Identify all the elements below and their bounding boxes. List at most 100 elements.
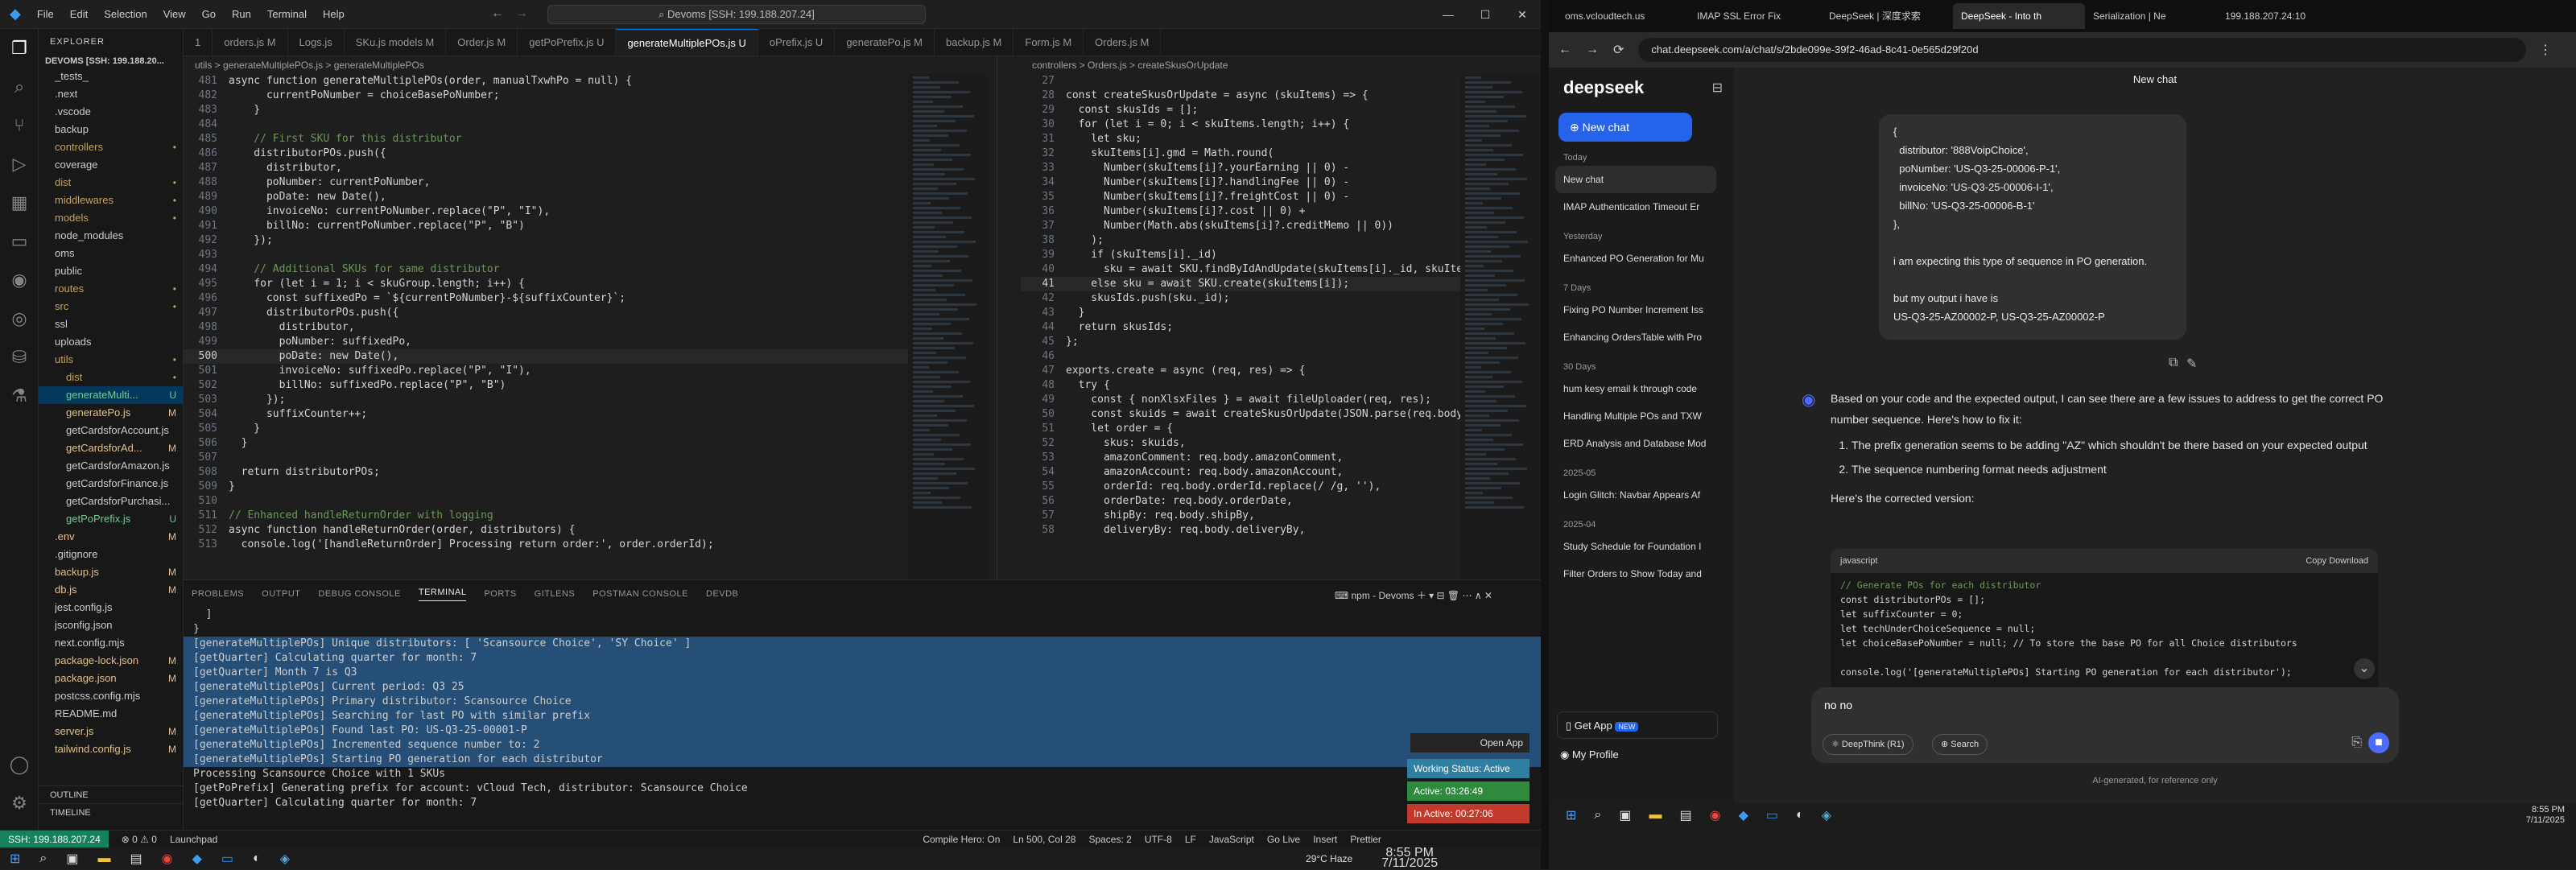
profile-button[interactable]: ◉ My Profile [1560,748,1619,761]
account-icon[interactable]: ◯ [0,745,39,784]
menu-item[interactable]: View [163,8,186,20]
url-field[interactable]: chat.deepseek.com/a/chat/s/2bde099e-39f2… [1638,38,2526,62]
tree-item[interactable]: dist • [39,174,183,192]
forward-icon[interactable]: → [1586,43,1599,57]
left-editor-pane[interactable]: 481 async function generateMultiplePOs(or… [184,74,940,579]
chrome-icon[interactable]: ◉ [1710,807,1721,823]
weather[interactable]: 29°C Haze [1306,853,1352,864]
store-icon[interactable]: ▤ [130,851,142,867]
history-item[interactable]: New chat [1555,166,1716,193]
tree-item[interactable]: routes • [39,280,183,298]
history-item[interactable]: ERD Analysis and Database Mod [1549,430,1728,457]
app2-icon[interactable]: ◈ [1822,807,1831,823]
tree-item[interactable]: ssl [39,315,183,333]
history-item[interactable]: Filter Orders to Show Today and [1549,560,1728,588]
get-app-button[interactable]: ▯ Get App NEW [1557,711,1718,739]
panel-tab[interactable]: PORTS [484,589,516,599]
gear-icon[interactable]: ⚙ [0,784,39,823]
tree-item[interactable]: getPoPrefix.js U [39,510,183,528]
tree-item[interactable]: generateMulti... U [39,386,183,404]
editor-tab[interactable]: 1 [184,29,213,56]
app2-icon[interactable]: ◈ [280,851,290,867]
copy-code-button[interactable]: Copy [2306,556,2326,566]
tree-item[interactable]: .vscode [39,103,183,121]
tree-item[interactable]: backup [39,121,183,138]
timeline-section[interactable]: TIMELINE [39,803,183,822]
menu-item[interactable]: Help [323,8,345,20]
chat-input[interactable]: no no [1811,687,2399,723]
tree-item[interactable]: next.config.mjs [39,634,183,652]
tree-item[interactable]: .next [39,85,183,103]
search-icon[interactable]: ⌕ [1594,808,1601,823]
editor-tab[interactable]: Logs.js [288,29,345,56]
encoding[interactable]: UTF-8 [1145,834,1172,845]
close-icon[interactable]: ✕ [1504,0,1541,29]
left-minimap[interactable] [908,74,989,579]
tree-item[interactable]: .gitignore [39,546,183,563]
remote-explorer-icon[interactable]: ▭ [0,222,39,261]
right-editor-pane[interactable]: 27 28 const createSkusOrUpdate = async (sk… [1021,74,1472,579]
database-icon[interactable]: ⛁ [0,338,39,377]
app-icon[interactable]: ◐ [1796,808,1804,823]
edit-icon[interactable]: ✎ [2186,356,2197,372]
testing-icon[interactable]: ⚗ [0,377,39,415]
tree-item[interactable]: db.js M [39,581,183,599]
remote-indicator[interactable]: SSH: 199.188.207.24 [0,830,109,848]
editor-tab[interactable]: SKu.js models M [345,29,447,56]
tree-item[interactable]: README.md [39,705,183,723]
browser-tab[interactable]: DeepSeek - Into th [1953,3,2085,29]
panel-tab[interactable]: POSTMAN CONSOLE [592,589,688,599]
forward-icon[interactable]: → [515,6,528,21]
tree-item[interactable]: jest.config.js [39,599,183,616]
editor-tab[interactable]: Orders.js M [1084,29,1162,56]
tree-item[interactable]: postcss.config.mjs [39,687,183,705]
tree-item[interactable]: getCardsforAccount.js [39,422,183,439]
back-icon[interactable]: ← [1558,43,1571,57]
editor-tab[interactable]: Order.js M [446,29,518,56]
clock[interactable]: 8:55 PM 7/11/2025 [2526,805,2565,826]
language-mode[interactable]: JavaScript [1209,834,1254,845]
split-divider[interactable] [997,56,1021,579]
explorer-icon[interactable]: ❐ [0,29,39,68]
panel-tab[interactable]: TERMINAL [418,588,467,601]
explorer-app-icon[interactable]: ▬ [1649,808,1662,823]
editor-tab[interactable]: oPrefix.js U [758,29,836,56]
explorer-app-icon[interactable]: ▬ [98,851,111,866]
editor-tab[interactable]: backup.js M [935,29,1014,56]
terminal-selector[interactable]: ⌨ npm - Devoms ＋ ▾ ⊟ 🗑 ⋯ ∧ ✕ [1335,588,1492,602]
taskview-icon[interactable]: ▣ [66,851,78,867]
tree-item[interactable]: package.json M [39,670,183,687]
problems-icon[interactable]: ⊗ 0 ⚠ 0 [122,834,157,845]
browser-tab[interactable]: oms.vcloudtech.us [1557,3,1689,29]
minimize-icon[interactable]: — [1430,0,1467,29]
cursor-position[interactable]: Ln 500, Col 28 [1013,834,1075,845]
editor-tab[interactable]: generateMultiplePOs.js U [616,29,758,56]
menu-item[interactable]: Go [202,8,216,20]
new-chat-button[interactable]: ⊕ New chat [1558,113,1692,142]
tree-item[interactable]: uploads [39,333,183,351]
tree-item[interactable]: getCardsforFinance.js [39,475,183,493]
clock[interactable]: 8:55 PM 7/11/2025 [1372,846,1447,869]
search-icon[interactable]: ⌕ [0,68,39,106]
scroll-down-icon[interactable]: ⌄ [2354,658,2375,679]
run-debug-icon[interactable]: ▷ [0,145,39,183]
tree-item[interactable]: backup.js M [39,563,183,581]
menu-item[interactable]: Terminal [267,8,307,20]
browser-tab[interactable]: IMAP SSL Error Fix [1689,3,1821,29]
deepthink-toggle[interactable]: ⚛ DeepThink (R1) [1823,734,1913,755]
app-icon[interactable]: ◐ [253,851,261,866]
editor-tab[interactable]: orders.js M [213,29,288,56]
history-item[interactable]: Login Glitch: Navbar Appears Af [1549,481,1728,509]
tree-item[interactable]: getCardsforAd... M [39,439,183,457]
tree-item[interactable]: tailwind.config.js M [39,740,183,758]
tree-item[interactable]: _tests_ [39,68,183,85]
history-item[interactable]: Study Schedule for Foundation I [1549,533,1728,560]
zoom-icon[interactable]: ▭ [221,851,233,867]
menu-item[interactable]: Edit [70,8,88,20]
history-item[interactable]: Fixing PO Number Increment Iss [1549,296,1728,324]
command-center[interactable]: ⌕ Devoms [SSH: 199.188.207.24] [547,5,926,24]
panel-tab[interactable]: GITLENS [535,589,576,599]
terminal-output[interactable]: ]} [generateMultiplePOs] Unique distribut… [184,608,1541,810]
download-code-button[interactable]: Download [2329,556,2368,566]
browser-tab[interactable]: 199.188.207.24:10 [2217,3,2349,29]
